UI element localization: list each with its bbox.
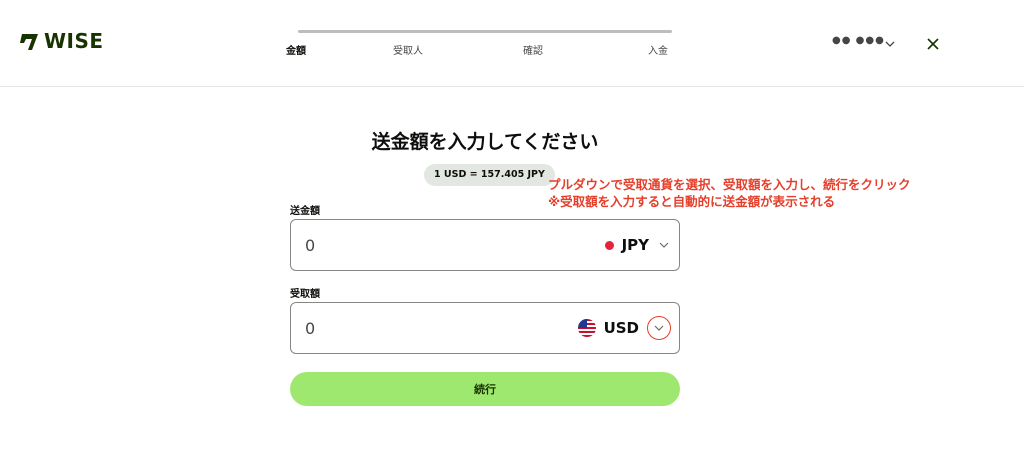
page-title: 送金額を入力してください (371, 131, 599, 153)
page: WISE 金額 受取人 確認 入金 ●● ●●● 送金額を入力してください 1 … (0, 0, 1024, 466)
receive-amount-field: USD (290, 302, 680, 355)
account-name-masked[interactable]: ●● ●●● (832, 35, 885, 46)
instruction-annotation: プルダウンで受取通貨を選択、受取額を入力し、続行をクリック ※受取額を入力すると… (548, 176, 911, 210)
chevron-down-icon (659, 242, 669, 248)
wise-logo[interactable]: WISE (20, 30, 104, 52)
send-amount-label: 送金額 (290, 206, 320, 217)
wise-logo-icon (20, 34, 38, 50)
annotation-line-2: ※受取額を入力すると自動的に送金額が表示される (548, 194, 836, 209)
receive-currency-select[interactable]: USD (577, 303, 671, 353)
us-flag-icon (577, 319, 596, 337)
send-currency-select[interactable]: JPY (604, 220, 671, 270)
chevron-down-icon[interactable] (884, 38, 896, 50)
progress-track (298, 30, 672, 33)
receive-amount-input[interactable] (303, 303, 507, 355)
step-pay: 入金 (648, 46, 668, 57)
exchange-rate-badge[interactable]: 1 USD = 157.405 JPY (424, 164, 555, 186)
continue-button[interactable]: 続行 (290, 372, 680, 406)
step-recipient: 受取人 (393, 46, 423, 57)
logo-text: WISE (44, 29, 104, 53)
send-currency-code: JPY (621, 236, 649, 254)
japan-flag-icon (604, 240, 614, 250)
currency-dropdown-highlight[interactable] (647, 316, 671, 340)
header: WISE 金額 受取人 確認 入金 ●● ●●● (0, 0, 1024, 87)
send-amount-field: JPY (290, 219, 680, 272)
send-amount-input[interactable] (303, 220, 507, 272)
step-review: 確認 (523, 46, 543, 57)
progress-steps: 金額 受取人 確認 入金 (286, 30, 686, 70)
step-amount: 金額 (286, 46, 306, 57)
chevron-down-icon (654, 325, 664, 331)
close-icon[interactable] (924, 35, 942, 53)
receive-currency-code: USD (603, 319, 639, 337)
receive-amount-label: 受取額 (290, 289, 320, 300)
annotation-line-1: プルダウンで受取通貨を選択、受取額を入力し、続行をクリック (548, 177, 911, 192)
